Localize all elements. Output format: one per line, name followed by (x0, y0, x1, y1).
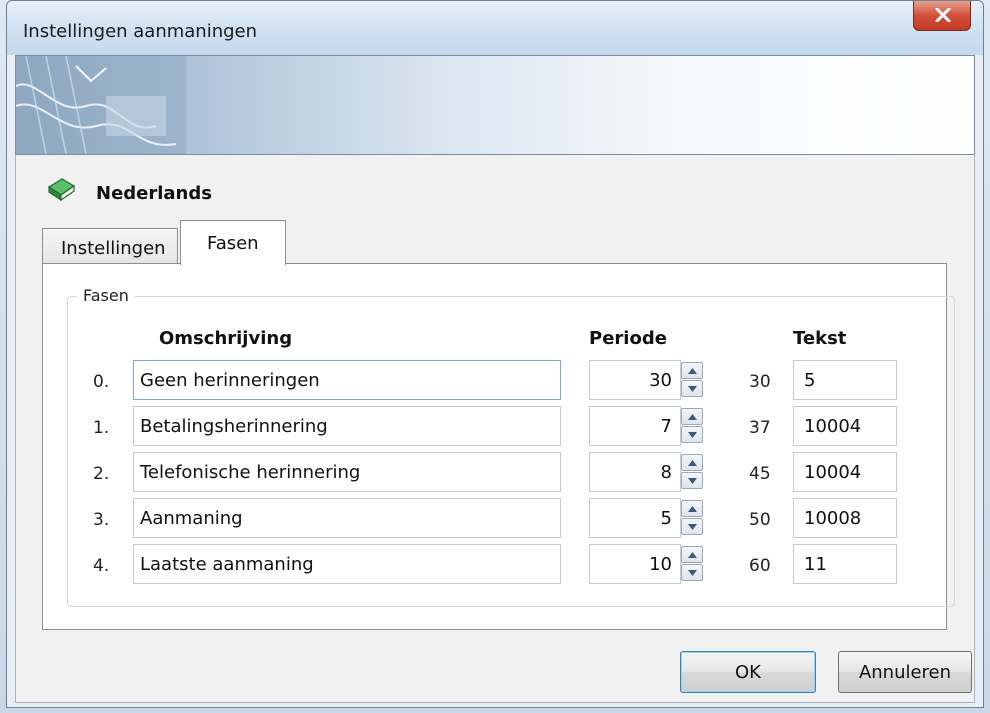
cumulative-days: 50 (749, 510, 771, 530)
close-button[interactable] (913, 1, 971, 31)
tab-instellingen-label: Instellingen (61, 238, 166, 259)
arrow-up-icon (688, 368, 697, 374)
dialog-content: Nederlands Instellingen Fasen Fasen Omsc… (15, 155, 975, 703)
arrow-up-icon (688, 460, 697, 466)
arrow-down-icon (688, 524, 697, 530)
fase-row: 1. Betalingsherinnering 7 37 10004 (43, 406, 946, 446)
banner-image (16, 56, 186, 154)
period-input[interactable]: 30 (589, 360, 681, 400)
fasen-group-title: Fasen (77, 286, 135, 305)
cumulative-days: 45 (749, 464, 771, 484)
book-icon (47, 178, 76, 202)
language-label: Nederlands (96, 183, 212, 204)
fase-number: 2. (93, 464, 110, 484)
spin-down-button[interactable] (681, 564, 703, 581)
description-input[interactable]: Betalingsherinnering (133, 406, 561, 446)
spin-up-button[interactable] (681, 546, 703, 563)
description-input[interactable]: Aanmaning (133, 498, 561, 538)
fase-number: 3. (93, 510, 110, 530)
text-input[interactable]: 10004 (793, 406, 897, 446)
header-periode: Periode (589, 328, 667, 349)
fasen-tab-panel: Fasen Omschrijving Periode Tekst 0. Geen… (42, 263, 955, 630)
fase-row: 0. Geen herinneringen 30 30 5 (43, 360, 946, 400)
period-input[interactable]: 8 (589, 452, 681, 492)
fase-number: 0. (93, 372, 110, 392)
header-tekst: Tekst (793, 328, 847, 349)
spin-up-button[interactable] (681, 362, 703, 379)
fase-row: 3. Aanmaning 5 50 10008 (43, 498, 946, 538)
window-title: Instellingen aanmaningen (23, 21, 258, 42)
period-spinner (681, 362, 703, 398)
fase-number: 1. (93, 418, 110, 438)
description-input[interactable]: Laatste aanmaning (133, 544, 561, 584)
close-icon (935, 8, 951, 22)
period-spinner (681, 454, 703, 490)
period-input[interactable]: 7 (589, 406, 681, 446)
period-input[interactable]: 5 (589, 498, 681, 538)
spin-up-button[interactable] (681, 454, 703, 471)
header-omschrijving: Omschrijving (159, 328, 293, 349)
arrow-down-icon (688, 570, 697, 576)
tab-fasen[interactable]: Fasen (180, 220, 286, 265)
period-spinner (681, 546, 703, 582)
period-input[interactable]: 10 (589, 544, 681, 584)
period-spinner (681, 408, 703, 444)
spin-down-button[interactable] (681, 426, 703, 443)
arrow-down-icon (688, 478, 697, 484)
text-input[interactable]: 5 (793, 360, 897, 400)
description-input[interactable]: Geen herinneringen (133, 360, 561, 400)
arrow-down-icon (688, 386, 697, 392)
arrow-up-icon (688, 552, 697, 558)
text-input[interactable]: 10008 (793, 498, 897, 538)
spin-down-button[interactable] (681, 472, 703, 489)
period-spinner (681, 500, 703, 536)
fase-row: 2. Telefonische herinnering 8 45 10004 (43, 452, 946, 492)
fase-number: 4. (93, 556, 110, 576)
spin-down-button[interactable] (681, 518, 703, 535)
arrow-down-icon (688, 432, 697, 438)
spin-up-button[interactable] (681, 408, 703, 425)
header-banner (15, 55, 975, 155)
tab-instellingen[interactable]: Instellingen (42, 228, 178, 264)
arrow-up-icon (688, 506, 697, 512)
dialog-window: Instellingen aanmaningen Nederlands Inst… (6, 0, 984, 708)
cumulative-days: 37 (749, 418, 771, 438)
tab-fasen-label: Fasen (207, 233, 259, 254)
cumulative-days: 60 (749, 556, 771, 576)
cumulative-days: 30 (749, 372, 771, 392)
cancel-button[interactable]: Annuleren (838, 651, 972, 693)
ok-button[interactable]: OK (680, 651, 816, 693)
arrow-up-icon (688, 414, 697, 420)
spin-down-button[interactable] (681, 380, 703, 397)
title-bar[interactable]: Instellingen aanmaningen (7, 1, 983, 55)
description-input[interactable]: Telefonische herinnering (133, 452, 561, 492)
spin-up-button[interactable] (681, 500, 703, 517)
text-input[interactable]: 11 (793, 544, 897, 584)
text-input[interactable]: 10004 (793, 452, 897, 492)
fase-row: 4. Laatste aanmaning 10 60 11 (43, 544, 946, 584)
